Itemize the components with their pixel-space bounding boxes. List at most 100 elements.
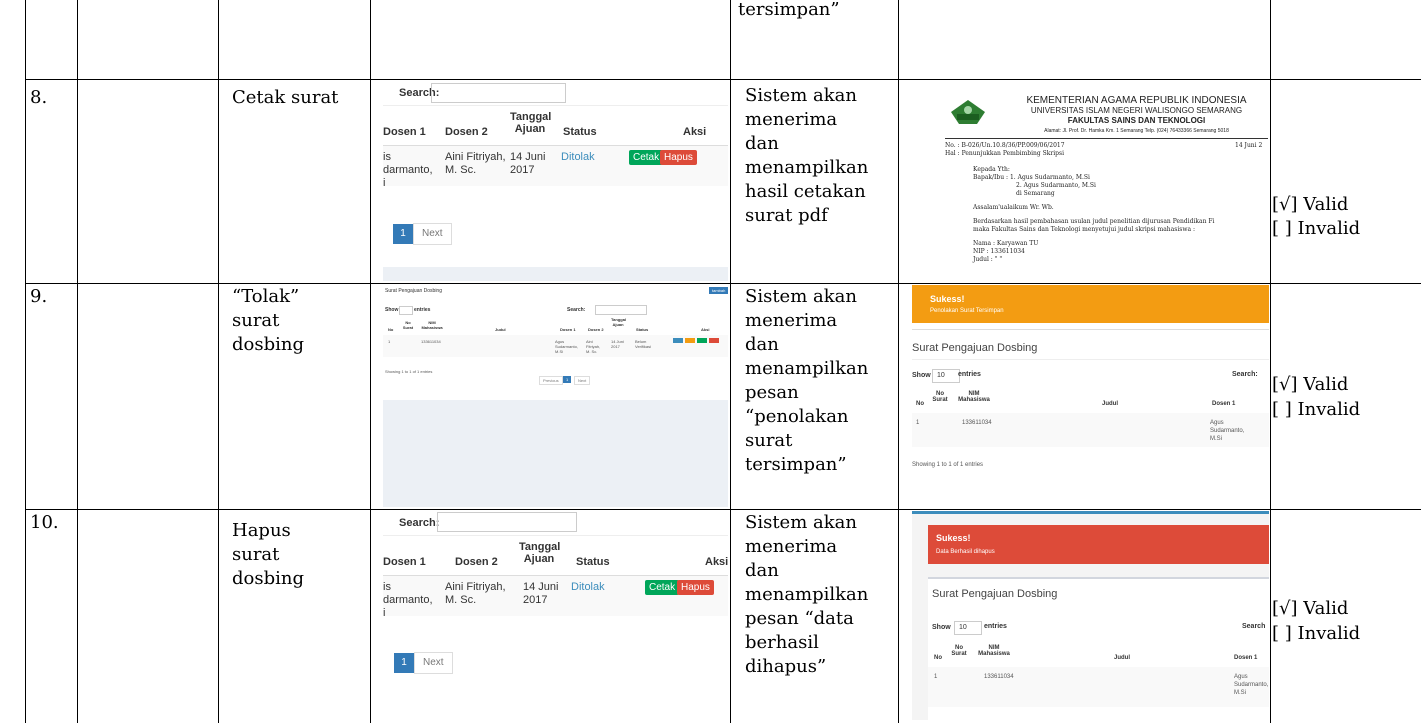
show-label: Show [932, 624, 951, 631]
result-invalid: [ ] Invalid [1272, 623, 1361, 644]
col-header: No Surat [951, 645, 967, 657]
cell: 1 [388, 339, 391, 344]
test-line: “Tolak” [232, 286, 300, 307]
col-header: Dosen 1 [1212, 401, 1236, 407]
hapus-button[interactable] [709, 338, 719, 343]
letterhead-line: KEMENTERIAN AGAMA REPUBLIK INDONESIA [1026, 95, 1247, 106]
result-invalid: [ ] Invalid [1272, 218, 1361, 239]
table-row: 1 133611034 Agus Sudarmanto, M.Si [912, 413, 1269, 447]
document-page: tersimpan” 8. Cetak surat Sistem akan me… [0, 0, 1421, 723]
expected-line: pesan “data [745, 608, 854, 629]
col-header: Dosen 1 [1234, 655, 1258, 661]
table-row: 1 133611034 Agus Sudarmanto, M.Si Aini F… [383, 335, 728, 357]
test-case: Cetak surat [232, 87, 339, 108]
cetak-button[interactable]: Cetak [629, 150, 664, 165]
next-button[interactable]: Next [414, 652, 453, 674]
expected-line: pesan [745, 382, 799, 403]
col-header: Status [576, 556, 610, 568]
expected-line: menerima [745, 536, 838, 557]
alert-message: Penolakan Surat Tersimpan [930, 308, 1004, 314]
table-row: 1 133611034 Agus Sudarmanto, M.Si [928, 667, 1269, 707]
cetak-button[interactable] [697, 338, 707, 343]
search-input[interactable] [431, 83, 566, 103]
col-header: No [916, 401, 924, 407]
expected-line: surat [745, 430, 793, 451]
status-link[interactable]: Ditolak [571, 581, 605, 593]
search-label: Search: [1232, 371, 1258, 378]
col-header: Aksi [683, 126, 707, 138]
col-header: Dosen 1 [383, 556, 426, 568]
col-header: Dosen 1 [560, 327, 576, 332]
screenshot-cetak-table: Search: Dosen 1 Dosen 2 Tanggal Ajuan St… [383, 81, 728, 281]
danger-alert: Sukess! Data Berhasil dihapus [928, 525, 1269, 564]
entries-select[interactable]: 10 [954, 621, 982, 635]
entries-select[interactable] [399, 306, 413, 315]
tolak-button[interactable] [685, 338, 695, 343]
next-button[interactable]: Next [574, 376, 591, 385]
screenshot-hapus-table: Search: Dosen 1 Dosen 2 Tanggal Ajuan St… [383, 511, 728, 709]
next-button[interactable]: Next [413, 223, 452, 245]
letter-line: Assalam'ualaikum Wr. Wb. [973, 204, 1054, 211]
cell: 133611034 [984, 674, 1014, 680]
expected-line: menampilkan [745, 157, 869, 178]
expected-line: dihapus” [745, 656, 827, 677]
test-line: surat [232, 310, 280, 331]
col-header: Tanggal Ajuan [611, 317, 627, 327]
previous-button[interactable]: Previous [539, 376, 563, 385]
cell: 14 Juni 2017 [510, 151, 546, 176]
col-header: Dosen 1 [383, 126, 426, 138]
test-case: “Tolak” surat dosbing [232, 285, 304, 357]
col-header: NIM Mahasiswa [978, 645, 1010, 657]
hapus-button[interactable]: Hapus [677, 580, 714, 595]
expected-line: dan [745, 560, 779, 581]
letter-line: di Semarang [1016, 190, 1055, 197]
entries-label: entries [984, 623, 1007, 630]
cell: Aini Fitriyah, M. Sc. [586, 339, 601, 354]
cell: is darmanto, i [383, 581, 433, 619]
expected-line: Sistem akan [745, 85, 857, 106]
col-header: Dosen 2 [455, 556, 498, 568]
action-button[interactable] [673, 338, 683, 343]
expected-line: menerima [745, 109, 838, 130]
university-logo-icon [951, 100, 985, 124]
expected-line: berhasil [745, 632, 819, 653]
letterhead-line: FAKULTAS SAINS DAN TEKNOLOGI [1067, 116, 1206, 125]
col-header: NIM Mahasiswa [958, 391, 990, 403]
table-header: No No Surat NIM Mahasiswa Judul Dosen 1 [912, 385, 1269, 413]
letter-line: Judul : " " [973, 256, 1003, 263]
letter-line: No. : B-026/Un.10.8/36/PP.009/06/2017 [945, 142, 1065, 149]
letterhead-line: UNIVERSITAS ISLAM NEGERI WALISONGO SEMAR… [1030, 106, 1243, 115]
page-1-button[interactable]: 1 [393, 224, 413, 244]
expected-line: dan [745, 334, 779, 355]
status-link[interactable]: Ditolak [561, 151, 595, 163]
expected-line: dan [745, 133, 779, 154]
letter-line: Kepada Yth: [973, 166, 1010, 173]
page-1-button[interactable]: 1 [563, 376, 572, 383]
tambah-button[interactable]: tambah [709, 287, 728, 294]
entries-select[interactable]: 10 [932, 369, 960, 383]
result-valid: [√] Valid [1272, 374, 1349, 395]
table-border [1270, 0, 1271, 723]
page-1-button[interactable]: 1 [394, 653, 414, 673]
cell: is darmanto, i [383, 151, 433, 189]
expected-line: menampilkan [745, 358, 869, 379]
search-input[interactable] [595, 305, 647, 315]
table-header: No No Surat NIM Mahasiswa Judul Dosen 1 [928, 639, 1269, 667]
col-header: Aksi [701, 327, 710, 332]
hapus-button[interactable]: Hapus [660, 150, 697, 165]
expected-line: “penolakan [745, 406, 849, 427]
test-line: dosbing [232, 334, 304, 355]
col-header: Status [636, 327, 649, 332]
col-header: Judul [495, 327, 506, 332]
col-header: Judul [1114, 655, 1130, 661]
box-title: Surat Pengajuan Dosbing [912, 342, 1038, 354]
warning-alert: Sukess! Penolakan Surat Tersimpan [912, 285, 1269, 323]
search-input[interactable] [437, 512, 577, 532]
result-valid: [√] Valid [1272, 598, 1349, 619]
col-header: Status [563, 126, 597, 138]
screenshot-penolakan-result: Sukess! Penolakan Surat Tersimpan Surat … [912, 285, 1269, 483]
table-header: No No Surat NIM Mahasiswa Judul Dosen 1 … [383, 315, 728, 335]
cetak-button[interactable]: Cetak [645, 580, 680, 595]
cell: Aini Fitriyah, M. Sc. [445, 581, 506, 606]
screenshot-dosbing-list: Surat Pengajuan Dosbing tambah Show entr… [383, 285, 728, 507]
